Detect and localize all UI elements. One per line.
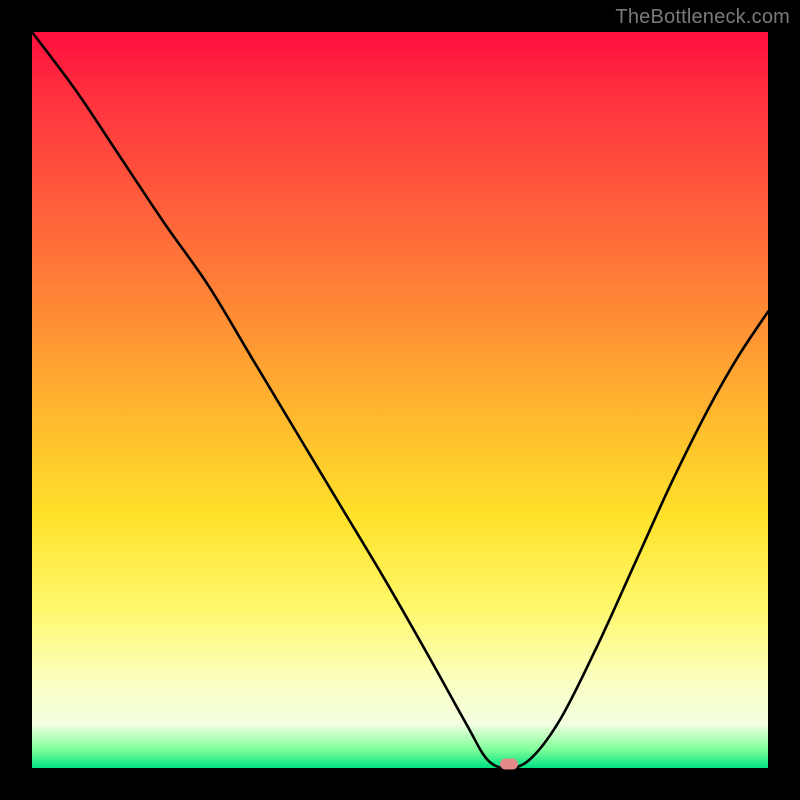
plot-area xyxy=(32,32,768,768)
watermark-text: TheBottleneck.com xyxy=(615,6,790,29)
bottleneck-curve xyxy=(32,32,768,768)
chart-frame: TheBottleneck.com xyxy=(0,0,800,800)
